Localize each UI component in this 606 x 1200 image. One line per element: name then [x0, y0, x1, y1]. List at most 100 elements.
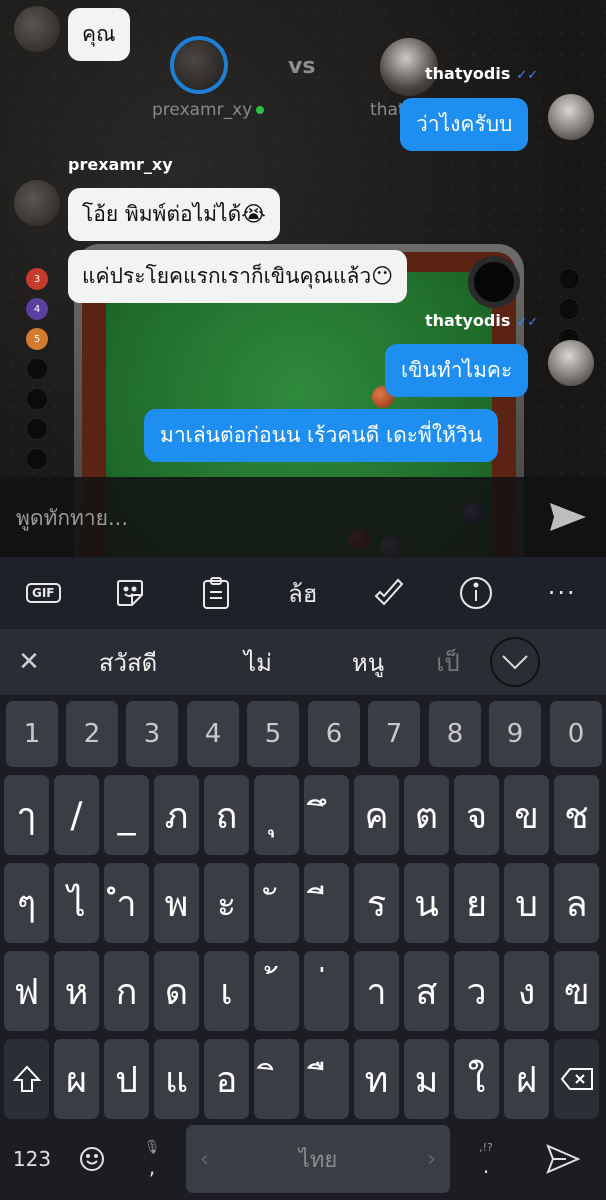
online-status-icon	[256, 106, 265, 114]
gif-icon[interactable]: GIF	[0, 557, 87, 629]
clipboard-icon[interactable]	[173, 557, 260, 629]
sender-name: prexamr_xy	[68, 155, 173, 174]
sender-avatar[interactable]	[14, 180, 60, 226]
space-key[interactable]: ‹ ไทย ›	[186, 1125, 450, 1193]
message-bubble-outgoing[interactable]: มาเล่นต่อก่อนน เร้วคนดี เดะพี่ให้วิน	[144, 409, 499, 462]
key[interactable]: ึ	[304, 775, 349, 855]
key[interactable]: า	[354, 951, 399, 1031]
key[interactable]: ป	[104, 1039, 149, 1119]
player1-avatar[interactable]	[170, 36, 228, 94]
more-icon[interactable]: ···	[519, 557, 606, 629]
keyboard-toolbar: GIF ล้ฮ ···	[0, 557, 606, 629]
info-icon[interactable]	[433, 557, 520, 629]
key[interactable]: ี	[304, 863, 349, 943]
key[interactable]: _	[104, 775, 149, 855]
key-9[interactable]: 9	[489, 701, 541, 767]
key[interactable]: /	[54, 775, 99, 855]
suggestion-item[interactable]: สวัสดี	[58, 643, 198, 682]
key-6[interactable]: 6	[308, 701, 360, 767]
my-avatar[interactable]	[548, 94, 594, 140]
rack-ball-5: 5	[26, 328, 48, 350]
key[interactable]: ก	[104, 951, 149, 1031]
send-icon[interactable]	[548, 499, 588, 535]
key[interactable]: ฝ	[504, 1039, 549, 1119]
message-bubble-incoming[interactable]: แค่ประโยคแรกเราก็เขินคุณแล้ว😶	[68, 250, 408, 303]
key[interactable]: พ	[154, 863, 199, 943]
key[interactable]: ภ	[154, 775, 199, 855]
key[interactable]: ข	[504, 775, 549, 855]
key[interactable]: ๆ	[4, 863, 49, 943]
shift-icon	[12, 1065, 41, 1092]
backspace-icon	[560, 1068, 593, 1090]
key-8[interactable]: 8	[429, 701, 481, 767]
key-3[interactable]: 3	[126, 701, 178, 767]
key[interactable]: ค	[354, 775, 399, 855]
key[interactable]: ำ	[104, 863, 149, 943]
suggestion-item[interactable]: เป็	[418, 643, 478, 682]
message-bubble-incoming[interactable]: คุณ	[68, 8, 130, 61]
key[interactable]: ุ	[254, 775, 299, 855]
key[interactable]: ื	[304, 1039, 349, 1119]
close-suggestions-icon[interactable]: ✕	[0, 647, 58, 677]
key-5[interactable]: 5	[247, 701, 299, 767]
key[interactable]: ย	[454, 863, 499, 943]
key-row-2: ๆ ไ ำ พ ะ ั ี ร น ย บ ล	[0, 863, 606, 943]
key[interactable]: ถ	[204, 775, 249, 855]
key[interactable]: ล	[554, 863, 599, 943]
key-2[interactable]: 2	[66, 701, 118, 767]
message-bubble-outgoing[interactable]: เขินทำไมคะ	[385, 344, 529, 397]
key[interactable]: ิ	[254, 1039, 299, 1119]
collapse-keyboard-icon[interactable]	[490, 637, 540, 687]
message-input[interactable]	[16, 501, 516, 535]
key[interactable]: ส	[404, 951, 449, 1031]
message-bubble-outgoing[interactable]: ว่าไงครับบ	[400, 98, 529, 151]
key[interactable]: น	[404, 863, 449, 943]
key[interactable]: จ	[454, 775, 499, 855]
key-0[interactable]: 0	[550, 701, 602, 767]
numbers-key[interactable]: 123	[4, 1125, 60, 1193]
key[interactable]: ด	[154, 951, 199, 1031]
message-bubble-incoming[interactable]: โอ้ย พิมพ์ต่อไม่ได้😭	[68, 188, 280, 241]
chevron-left-icon: ‹	[200, 1146, 209, 1172]
translate-icon[interactable]: ล้ฮ	[260, 557, 347, 629]
shift-key[interactable]	[4, 1039, 49, 1119]
key[interactable]: ใ	[454, 1039, 499, 1119]
backspace-key[interactable]	[554, 1039, 599, 1119]
key[interactable]: อ	[204, 1039, 249, 1119]
key[interactable]: ผ	[54, 1039, 99, 1119]
key-7[interactable]: 7	[368, 701, 420, 767]
key[interactable]: บ	[504, 863, 549, 943]
key[interactable]: ห	[54, 951, 99, 1031]
my-avatar[interactable]	[548, 340, 594, 386]
key[interactable]: ง	[504, 951, 549, 1031]
sender-avatar[interactable]	[14, 6, 60, 52]
space-label: ไทย	[298, 1147, 338, 1173]
key[interactable]: ไ	[54, 863, 99, 943]
key[interactable]: ช	[554, 775, 599, 855]
key[interactable]: ่	[304, 951, 349, 1031]
suggestion-item[interactable]: หนู	[318, 643, 418, 682]
comma-key[interactable]: 🎙 ,	[124, 1125, 180, 1193]
key[interactable]: ฟ	[4, 951, 49, 1031]
key[interactable]: ฃ	[554, 951, 599, 1031]
send-key[interactable]	[528, 1125, 598, 1193]
key[interactable]: ท	[354, 1039, 399, 1119]
key[interactable]: ะ	[204, 863, 249, 943]
key[interactable]: แ	[154, 1039, 199, 1119]
key[interactable]: ้	[254, 951, 299, 1031]
emoji-key[interactable]	[64, 1125, 120, 1193]
key[interactable]: ร	[354, 863, 399, 943]
key[interactable]: ต	[404, 775, 449, 855]
key[interactable]: ๅ	[4, 775, 49, 855]
key[interactable]: เ	[204, 951, 249, 1031]
key-1[interactable]: 1	[6, 701, 58, 767]
rack-ball-3: 3	[26, 268, 48, 290]
key-4[interactable]: 4	[187, 701, 239, 767]
key[interactable]: ม	[404, 1039, 449, 1119]
key[interactable]: ว	[454, 951, 499, 1031]
handwriting-icon[interactable]	[346, 557, 433, 629]
sticker-icon[interactable]	[87, 557, 174, 629]
suggestion-item[interactable]: ไม่	[198, 643, 318, 682]
key[interactable]: ั	[254, 863, 299, 943]
period-key[interactable]: ,!? .	[458, 1125, 514, 1193]
